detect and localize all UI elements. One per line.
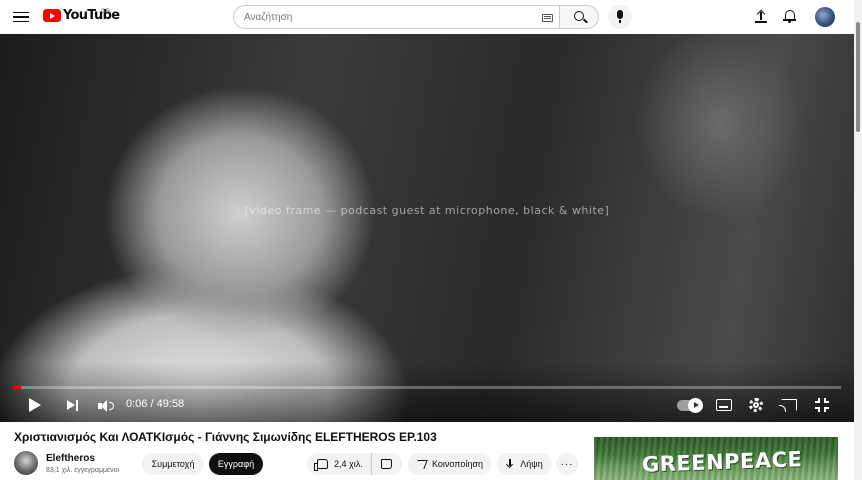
like-count: 2,4 χιλ. (334, 459, 363, 469)
exit-fullscreen-icon[interactable] (815, 398, 829, 412)
volume-icon[interactable] (98, 400, 114, 412)
settings-icon[interactable] (749, 398, 763, 412)
autoplay-icon (688, 398, 703, 413)
progress-fill (13, 386, 22, 389)
recommended-video-thumbnail[interactable]: GREENPEACE (594, 437, 838, 480)
account-avatar[interactable] (815, 7, 835, 27)
cast-icon[interactable] (779, 399, 797, 412)
share-button[interactable]: Κοινοποίηση (408, 453, 491, 475)
autoplay-toggle[interactable] (677, 398, 703, 413)
thumbs-down-icon[interactable] (380, 459, 392, 469)
menu-icon[interactable] (13, 9, 29, 25)
subtitles-icon[interactable] (716, 399, 732, 411)
top-bar: YouTube GR (0, 0, 862, 34)
search-bar (233, 5, 599, 29)
like-button[interactable]: 2,4 χιλ. (307, 453, 372, 475)
thumbnail-text: GREENPEACE (641, 447, 803, 477)
search-button[interactable] (559, 5, 599, 29)
search-icon (574, 11, 584, 21)
share-icon (414, 459, 428, 469)
voice-search-button[interactable] (608, 5, 632, 29)
play-icon[interactable] (29, 398, 41, 412)
download-button[interactable]: Λήψη (497, 453, 552, 475)
channel-avatar[interactable] (14, 451, 38, 475)
logo-text: YouTube (63, 8, 120, 23)
page-scrollbar[interactable] (854, 0, 862, 480)
search-box (233, 5, 559, 29)
region-code: GR (101, 9, 110, 15)
progress-bar[interactable] (13, 386, 841, 389)
subscribe-button[interactable]: Εγγραφή (209, 453, 263, 475)
channel-name[interactable]: Eleftheros (46, 453, 95, 464)
more-actions-button[interactable]: ··· (556, 453, 578, 475)
next-icon[interactable] (67, 400, 79, 411)
create-icon-base (755, 21, 767, 23)
search-input[interactable] (244, 11, 524, 23)
thumbs-up-icon (314, 459, 328, 471)
video-frame-caption: [video frame — podcast guest at micropho… (244, 204, 610, 217)
subscriber-count: 83,1 χιλ. εγγεγραμμένοι (46, 467, 120, 474)
time-display: 0:06 / 49:58 (126, 398, 185, 410)
controls-scrim (0, 362, 854, 422)
video-title: Χριστιανισμός Και ΛΟΑΤΚΙσμός - Γιάννης Σ… (14, 430, 437, 444)
like-dislike-group: 2,4 χιλ. (307, 453, 402, 475)
play-badge-icon (43, 9, 61, 22)
keyboard-icon[interactable] (542, 14, 553, 22)
video-player[interactable]: [video frame — podcast guest at micropho… (0, 34, 854, 422)
download-icon (506, 459, 514, 469)
scrollbar-thumb[interactable] (856, 22, 860, 132)
join-button[interactable]: Συμμετοχή (142, 453, 204, 475)
share-label: Κοινοποίηση (432, 459, 483, 469)
youtube-watch-page: YouTube GR [video frame — podcast guest … (0, 0, 862, 480)
download-label: Λήψη (520, 459, 543, 469)
notifications-icon[interactable] (783, 9, 796, 23)
microphone-icon (617, 10, 623, 23)
